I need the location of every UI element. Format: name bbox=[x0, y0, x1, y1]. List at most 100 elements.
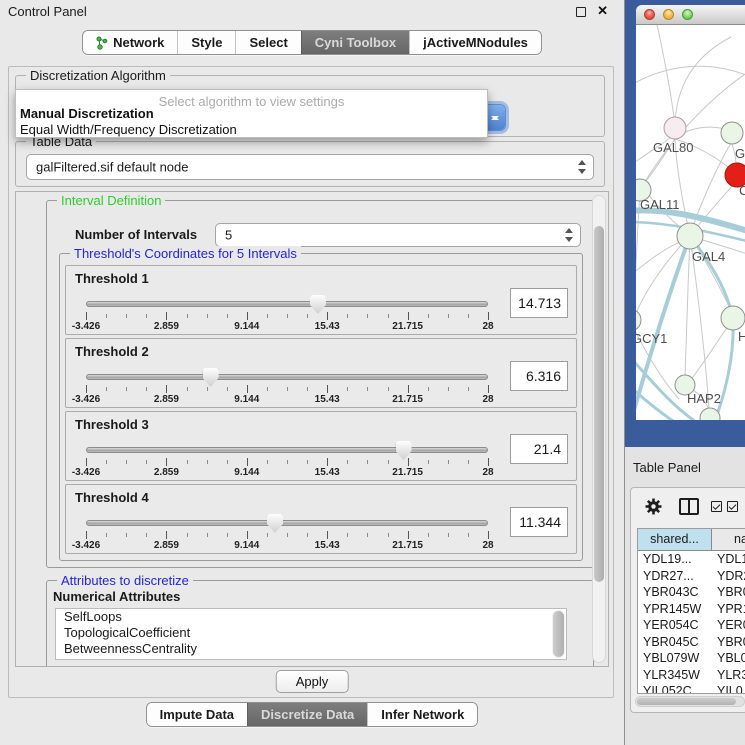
tab-impute-data[interactable]: Impute Data bbox=[147, 703, 247, 726]
axis-label: 28 bbox=[482, 321, 493, 332]
node-gal4[interactable] bbox=[677, 223, 703, 249]
cell[interactable]: YBL0 bbox=[712, 650, 745, 667]
slider-ticks bbox=[86, 385, 488, 393]
cell[interactable]: YIL0 bbox=[712, 683, 745, 694]
list-item[interactable]: TopologicalCoefficient bbox=[56, 625, 566, 641]
cell[interactable]: YBR043C bbox=[638, 584, 712, 601]
threshold-2-value[interactable]: 6.316 bbox=[510, 361, 568, 391]
list-scrollbar[interactable] bbox=[552, 610, 565, 658]
column-header-name[interactable]: na bbox=[712, 529, 745, 550]
close-icon[interactable]: ✕ bbox=[597, 3, 608, 19]
threshold-1-slider[interactable]: -3.426 2.859 9.144 15.43 21.715 28 bbox=[86, 296, 488, 334]
tab-infer-network[interactable]: Infer Network bbox=[367, 703, 477, 726]
slider-track[interactable] bbox=[86, 520, 488, 526]
network-edges bbox=[636, 25, 745, 417]
tab-discretize-data[interactable]: Discretize Data bbox=[247, 703, 367, 726]
threshold-1-value[interactable]: 14.713 bbox=[510, 288, 568, 318]
table-row[interactable]: YBL079WYBL0 bbox=[638, 650, 745, 667]
apply-button[interactable]: Apply bbox=[276, 670, 349, 693]
node-attribute-table[interactable]: shared... na YDL19...YDL1 YDR27...YDR2 Y… bbox=[637, 528, 745, 694]
spinner-arrows-icon[interactable] bbox=[578, 160, 587, 174]
tab-cyni-toolbox[interactable]: Cyni Toolbox bbox=[301, 31, 409, 54]
slider-track[interactable] bbox=[86, 374, 488, 380]
axis-label: -3.426 bbox=[72, 467, 100, 478]
zoom-traffic-light-icon[interactable] bbox=[682, 9, 693, 20]
node-bottom-partial[interactable] bbox=[700, 408, 720, 420]
network-canvas[interactable]: GAL80 GA C GAL11 GAL4 GCY1 H HAP2 bbox=[636, 25, 745, 420]
table-horizontal-scrollbar[interactable] bbox=[635, 696, 745, 707]
table-row[interactable]: YIL052CYIL0 bbox=[638, 683, 745, 694]
slider-axis: -3.426 2.859 9.144 15.43 21.715 28 bbox=[86, 321, 488, 333]
slider-track[interactable] bbox=[86, 447, 488, 453]
table-row[interactable]: YDL19...YDL1 bbox=[638, 551, 745, 568]
number-of-intervals-combobox[interactable]: 5 bbox=[215, 223, 581, 247]
table-row[interactable]: YER054CYER0 bbox=[638, 617, 745, 634]
table-row[interactable]: YPR145WYPR1 bbox=[638, 601, 745, 618]
threshold-4-value[interactable]: 11.344 bbox=[510, 507, 568, 537]
table-row[interactable]: YBR045CYBR0 bbox=[638, 634, 745, 651]
tab-network[interactable]: Network bbox=[83, 31, 177, 54]
gear-icon[interactable] bbox=[645, 498, 662, 515]
cell[interactable]: YDR2 bbox=[712, 568, 745, 585]
cell[interactable]: YIL052C bbox=[638, 683, 712, 694]
close-traffic-light-icon[interactable] bbox=[644, 9, 655, 20]
cell[interactable]: YLR3 bbox=[712, 667, 745, 684]
list-item[interactable]: BetweennessCentrality bbox=[56, 641, 566, 657]
split-view-icon[interactable] bbox=[679, 498, 699, 515]
cell[interactable]: YBL079W bbox=[638, 650, 712, 667]
axis-label: 28 bbox=[482, 394, 493, 405]
cell[interactable]: YPR145W bbox=[638, 601, 712, 618]
thresholds-list: Threshold 1 -3.426 2.859 9.144 bbox=[63, 262, 579, 558]
cell[interactable]: YDL19... bbox=[638, 551, 712, 568]
tab-jactivemnodules[interactable]: jActiveMNodules bbox=[409, 31, 541, 54]
scrollbar-thumb[interactable] bbox=[637, 698, 736, 705]
node-label: GA bbox=[735, 146, 745, 161]
scrollbar-thumb[interactable] bbox=[594, 226, 604, 582]
node-top-right[interactable] bbox=[721, 122, 743, 144]
spinner-arrows-icon[interactable] bbox=[565, 228, 574, 242]
node-label: HAP2 bbox=[687, 391, 721, 406]
dropdown-option-equal-width[interactable]: Equal Width/Frequency Discretization bbox=[16, 122, 487, 138]
axis-label: 9.144 bbox=[234, 540, 259, 551]
panel-scrollbar[interactable] bbox=[592, 195, 606, 663]
cell[interactable]: YBR045C bbox=[638, 634, 712, 651]
table-row[interactable]: YBR043CYBR0 bbox=[638, 584, 745, 601]
combo-arrows-icon[interactable] bbox=[485, 105, 505, 130]
minimize-traffic-light-icon[interactable] bbox=[663, 9, 674, 20]
cell[interactable]: YBR0 bbox=[712, 634, 745, 651]
cell[interactable]: YDL1 bbox=[712, 551, 745, 568]
node-gcy1[interactable] bbox=[636, 309, 641, 331]
checkbox-icon[interactable] bbox=[711, 501, 722, 512]
tab-select[interactable]: Select bbox=[235, 31, 300, 54]
float-window-icon[interactable] bbox=[576, 7, 586, 17]
cell[interactable]: YLR345W bbox=[638, 667, 712, 684]
cell[interactable]: YPR1 bbox=[712, 601, 745, 618]
screenshot-root: Control Panel ✕ Network Style Select bbox=[0, 0, 745, 745]
network-window-frame: GAL80 GA C GAL11 GAL4 GCY1 H HAP2 bbox=[625, 0, 745, 447]
threshold-4-slider[interactable]: -3.426 2.859 9.144 15.43 21.715 28 bbox=[86, 515, 488, 553]
cell[interactable]: YDR27... bbox=[638, 568, 712, 585]
cell[interactable]: YBR0 bbox=[712, 584, 745, 601]
dropdown-hint-option[interactable]: Select algorithm to view settings bbox=[16, 90, 487, 106]
node-label: GAL11 bbox=[640, 197, 680, 212]
checkbox-icon[interactable] bbox=[727, 501, 738, 512]
attributes-group: Attributes to discretize Numerical Attri… bbox=[46, 580, 594, 667]
node-h[interactable] bbox=[721, 306, 745, 330]
threshold-3-value[interactable]: 21.4 bbox=[510, 434, 568, 464]
cell[interactable]: YER0 bbox=[712, 617, 745, 634]
node-gal80[interactable] bbox=[664, 117, 686, 139]
scrollbar-thumb[interactable] bbox=[553, 611, 564, 657]
table-data-combobox[interactable]: galFiltered.sif default node bbox=[26, 154, 594, 180]
slider-track[interactable] bbox=[86, 301, 488, 307]
table-row[interactable]: YLR345WYLR3 bbox=[638, 667, 745, 684]
tab-style[interactable]: Style bbox=[177, 31, 235, 54]
threshold-3-slider[interactable]: -3.426 2.859 9.144 15.43 21.715 28 bbox=[86, 442, 488, 480]
axis-label: 2.859 bbox=[154, 540, 179, 551]
table-row[interactable]: YDR27...YDR2 bbox=[638, 568, 745, 585]
list-item[interactable]: SelfLoops bbox=[56, 609, 566, 625]
cell[interactable]: YER054C bbox=[638, 617, 712, 634]
attributes-list[interactable]: SelfLoops TopologicalCoefficient Between… bbox=[55, 608, 567, 660]
threshold-2-slider[interactable]: -3.426 2.859 9.144 15.43 21.715 28 bbox=[86, 369, 488, 407]
threshold-1-panel: Threshold 1 -3.426 2.859 9.144 bbox=[65, 265, 577, 335]
column-header-shared-name[interactable]: shared... bbox=[638, 529, 712, 550]
